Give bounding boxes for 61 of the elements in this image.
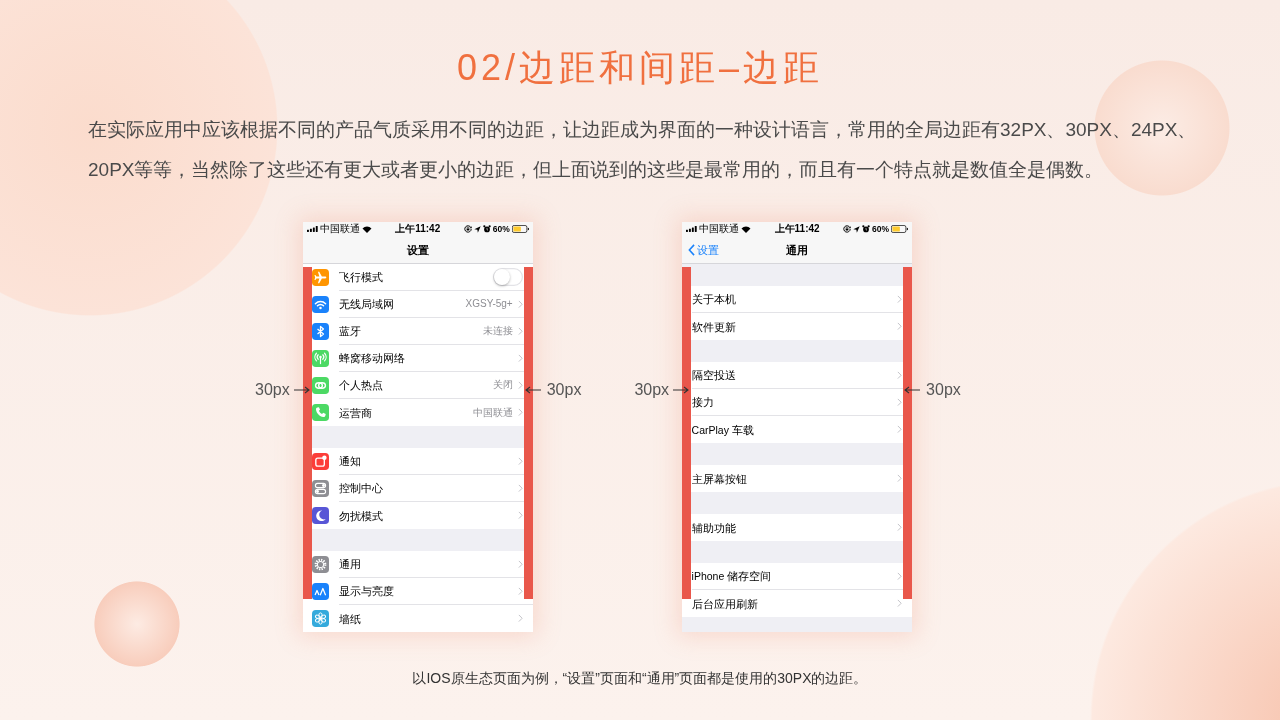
slide-title: 02/边距和间距–边距 xyxy=(456,46,824,90)
intro-paragraph: 在实际应用中应该根据不同的产品气质采用不同的边距，让边距成为界面的一种设计语言，常用的全局边距有32PX、30PX、24PX、20PX等等，当然除了这些还有更大或者更小的边距，但上面说到的这些是最常用的，而且有一个特点就是数值全是偶数。 xyxy=(88,118,1198,182)
chevron-right-icon xyxy=(517,326,523,336)
alarm-clock-icon xyxy=(862,225,871,233)
wifi-icon xyxy=(361,225,372,233)
chevron-right-icon xyxy=(517,559,523,569)
nav-title: 设置 xyxy=(406,242,429,257)
list-item[interactable]: 蜂窝移动网络 xyxy=(339,351,513,365)
chevron-right-icon xyxy=(897,523,903,532)
battery-percent: 60% xyxy=(872,223,890,236)
list-item[interactable]: 个人热点 xyxy=(339,378,488,392)
list-item[interactable]: 辅助功能 xyxy=(691,520,893,535)
margin-label: 30px xyxy=(926,380,961,400)
margin-label: 30px xyxy=(546,380,582,400)
rotation-lock-icon xyxy=(843,225,852,233)
list-item[interactable]: 无线局域网 xyxy=(339,297,461,311)
detail-value: 未连接 xyxy=(482,324,513,338)
location-arrow-icon xyxy=(473,225,481,233)
list-item[interactable]: 通用 xyxy=(339,557,513,571)
rotation-lock-icon xyxy=(463,225,472,233)
back-button[interactable]: 设置 xyxy=(682,242,720,257)
chevron-right-icon xyxy=(517,586,523,596)
list-item[interactable]: 墙纸 xyxy=(339,611,513,626)
battery-icon xyxy=(891,225,909,233)
chevron-right-icon xyxy=(517,408,523,417)
chevron-right-icon xyxy=(897,599,903,608)
arrow-left-icon xyxy=(524,386,541,394)
detail-value: XGSY-5g+ xyxy=(465,297,513,311)
chevron-right-icon xyxy=(897,571,903,581)
list-item[interactable]: 显示与亮度 xyxy=(339,584,513,598)
caption: 以IOS原生态页面为例，“设置”页面和“通用”页面都是使用的30PX的边距。 xyxy=(412,669,868,688)
list-item[interactable]: 后台应用刷新 xyxy=(691,596,893,611)
alarm-clock-icon xyxy=(482,225,491,233)
chevron-left-icon xyxy=(688,243,696,256)
chevron-right-icon xyxy=(897,474,903,483)
nav-title: 通用 xyxy=(786,242,809,257)
location-arrow-icon xyxy=(853,225,861,233)
list-item[interactable]: 运营商 xyxy=(339,405,468,420)
detail-value: 关闭 xyxy=(492,378,513,392)
carrier-name: 中国联通 xyxy=(699,222,740,236)
status-time: 上午11:42 xyxy=(774,222,820,236)
chevron-right-icon xyxy=(517,299,523,309)
margin-label: 30px xyxy=(255,380,290,400)
toggle-switch[interactable] xyxy=(492,268,523,286)
chevron-right-icon xyxy=(517,614,523,623)
arrow-right-icon xyxy=(293,386,310,394)
signal-bars-icon xyxy=(306,226,318,232)
battery-percent: 60% xyxy=(492,223,510,236)
detail-value: 中国联通 xyxy=(472,405,513,420)
list-item[interactable]: 主屏幕按钮 xyxy=(691,471,893,486)
chevron-right-icon xyxy=(517,353,523,363)
status-time: 上午11:42 xyxy=(395,222,441,236)
margin-label: 30px xyxy=(634,380,670,400)
battery-icon xyxy=(511,225,529,233)
signal-bars-icon xyxy=(686,226,698,232)
list-item[interactable]: 飞行模式 xyxy=(339,270,488,284)
chevron-right-icon xyxy=(517,380,523,390)
list-item[interactable]: 蓝牙 xyxy=(339,324,478,338)
wifi-icon xyxy=(741,225,752,233)
carrier-name: 中国联通 xyxy=(319,222,360,236)
list-item[interactable]: iPhone 储存空间 xyxy=(691,569,893,583)
